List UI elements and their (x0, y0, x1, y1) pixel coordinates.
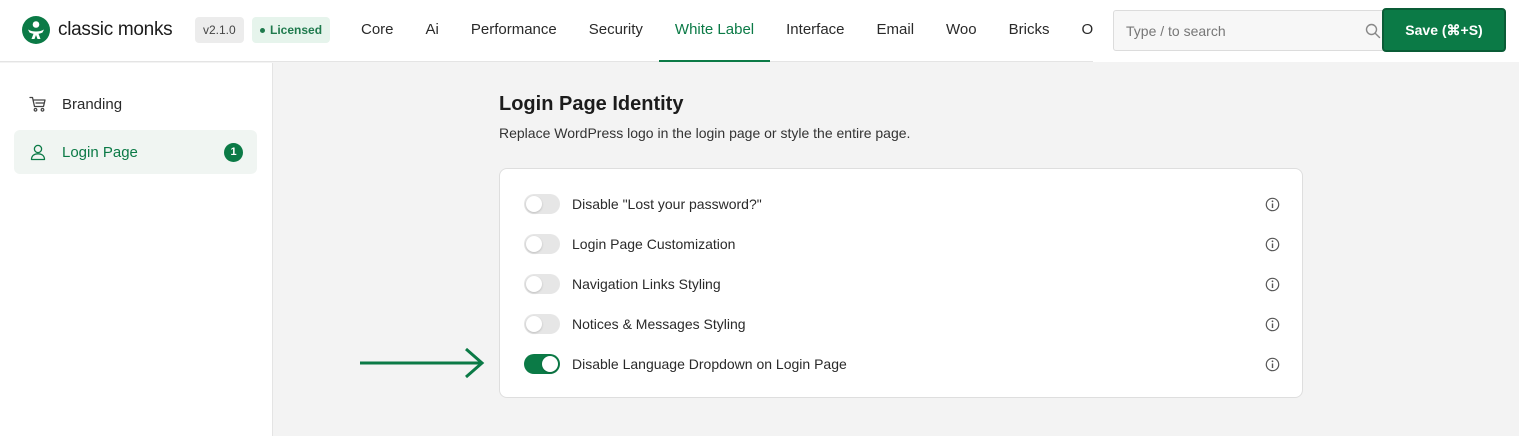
toggle-knob (526, 236, 542, 252)
search-icon[interactable] (1365, 23, 1381, 39)
info-icon[interactable] (1265, 197, 1280, 212)
search-input[interactable] (1114, 11, 1391, 50)
nav-item-white-label[interactable]: White Label (658, 0, 771, 62)
nav-item-opt[interactable]: Opt (1065, 0, 1093, 62)
header-actions: Save (⌘+S) (1093, 0, 1519, 62)
info-icon[interactable] (1265, 357, 1280, 372)
setting-label: Notices & Messages Styling (572, 316, 746, 332)
cart-icon (29, 96, 46, 112)
sidebar: Branding Login Page 1 (0, 63, 273, 436)
nav-item-email[interactable]: Email (861, 0, 931, 62)
count-badge: 1 (224, 142, 243, 162)
user-icon (30, 144, 46, 161)
save-button[interactable]: Save (⌘+S) (1382, 8, 1506, 52)
brand-name: classic monks (58, 19, 173, 40)
nav-item-security[interactable]: Security (573, 0, 659, 62)
toggle-switch[interactable] (524, 354, 560, 374)
monk-logo-icon (22, 16, 50, 44)
setting-row: Disable Language Dropdown on Login Page (524, 352, 1280, 376)
setting-label: Login Page Customization (572, 236, 736, 252)
page-subtitle: Replace WordPress logo in the login page… (499, 125, 911, 141)
sidebar-item-label: Branding (62, 95, 123, 113)
license-label: Licensed (270, 23, 323, 37)
setting-row: Login Page Customization (524, 232, 1280, 256)
toggle-knob (542, 356, 558, 372)
sidebar-item-label: Login Page (62, 143, 138, 161)
info-icon[interactable] (1265, 237, 1280, 252)
nav-item-woo[interactable]: Woo (930, 0, 993, 62)
nav-item-bricks[interactable]: Bricks (993, 0, 1066, 62)
version-badge: v2.1.0 (195, 17, 244, 43)
sidebar-item-login-page[interactable]: Login Page 1 (14, 130, 257, 174)
toggle-switch[interactable] (524, 274, 560, 294)
nav-item-performance[interactable]: Performance (455, 0, 573, 62)
info-icon[interactable] (1265, 317, 1280, 332)
setting-label: Disable "Lost your password?" (572, 196, 762, 212)
setting-row: Navigation Links Styling (524, 272, 1280, 296)
status-dot-icon (260, 27, 265, 33)
nav-item-core[interactable]: Core (345, 0, 410, 62)
toggle-knob (526, 196, 542, 212)
toggle-switch[interactable] (524, 194, 560, 214)
sidebar-item-branding[interactable]: Branding (14, 82, 257, 126)
brand-logo[interactable]: classic monks (22, 16, 173, 44)
setting-row: Notices & Messages Styling (524, 312, 1280, 336)
license-badge: Licensed (252, 17, 331, 43)
toggle-switch[interactable] (524, 314, 560, 334)
toggle-knob (526, 316, 542, 332)
info-icon[interactable] (1265, 277, 1280, 292)
toggle-knob (526, 276, 542, 292)
nav-item-ai[interactable]: Ai (410, 0, 455, 62)
search-box (1113, 10, 1392, 51)
top-bar: classic monks v2.1.0 Licensed Core Ai Pe… (0, 0, 1519, 62)
settings-card: Disable "Lost your password?" Login Page… (499, 168, 1303, 398)
setting-label: Disable Language Dropdown on Login Page (572, 356, 847, 372)
page-title: Login Page Identity (499, 93, 684, 115)
nav-item-interface[interactable]: Interface (770, 0, 860, 62)
setting-row: Disable "Lost your password?" (524, 192, 1280, 216)
main-nav: Core Ai Performance Security White Label… (345, 0, 1093, 62)
setting-label: Navigation Links Styling (572, 276, 721, 292)
arrow-right-icon (360, 347, 485, 379)
toggle-switch[interactable] (524, 234, 560, 254)
